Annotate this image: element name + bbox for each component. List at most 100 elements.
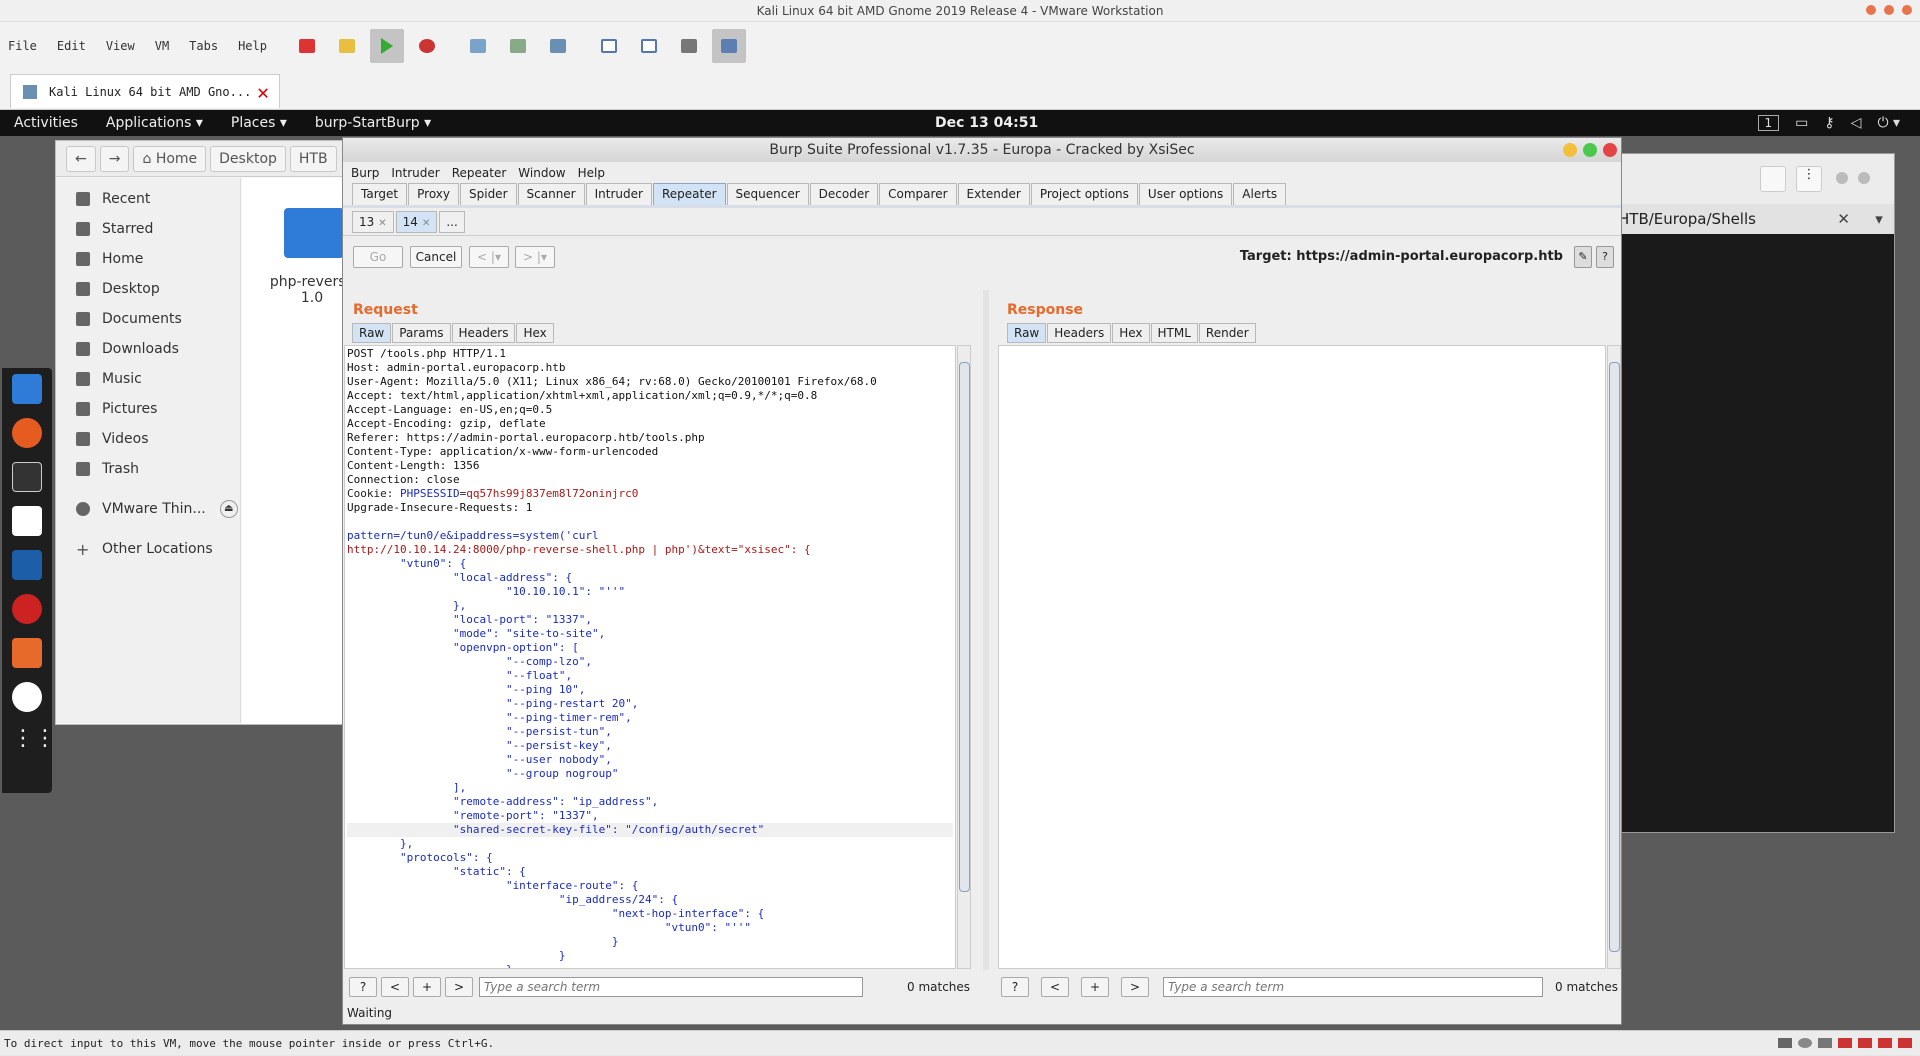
app-menu[interactable]: burp-StartBurp ▾: [315, 115, 431, 131]
sidebar-item-desktop[interactable]: Desktop: [56, 274, 240, 304]
volume-mute-icon[interactable]: ◁: [1851, 115, 1862, 131]
maximize-icon[interactable]: [1583, 143, 1597, 157]
power-icon[interactable]: ⏻ ▾: [1877, 115, 1900, 131]
eject-icon[interactable]: ⏏: [219, 500, 238, 518]
hdd-icon[interactable]: [1778, 1038, 1792, 1048]
repeater-tab-13[interactable]: 13 ✕: [352, 210, 394, 233]
suspend-icon[interactable]: [330, 29, 364, 63]
repeater-tab-new[interactable]: ...: [439, 210, 465, 233]
response-scrollbar[interactable]: [1607, 345, 1621, 969]
sidebar-item-vmware-tools[interactable]: VMware Thin... ⏏: [56, 494, 240, 524]
places-menu[interactable]: Places ▾: [231, 115, 287, 131]
request-search-input[interactable]: [479, 977, 863, 997]
scrollbar-thumb[interactable]: [959, 362, 970, 892]
menu-tabs[interactable]: Tabs: [189, 39, 218, 53]
search-icon[interactable]: [1760, 166, 1786, 192]
response-search-add-button[interactable]: +: [1081, 977, 1109, 997]
previous-button[interactable]: < |▾: [469, 246, 509, 268]
terminal-tab[interactable]: HTB/Europa/Shells ✕ ▾: [1606, 204, 1894, 234]
menu-intruder[interactable]: Intruder: [391, 166, 439, 180]
network-icon[interactable]: [1818, 1038, 1832, 1048]
sidebar-item-videos[interactable]: Videos: [56, 424, 240, 454]
tab-comparer[interactable]: Comparer: [879, 183, 957, 205]
close-icon[interactable]: [1902, 5, 1912, 15]
response-editor[interactable]: [998, 345, 1606, 969]
menu-icon[interactable]: ⋮: [1796, 166, 1822, 192]
power-off-icon[interactable]: [290, 29, 324, 63]
thumbnail-icon[interactable]: [632, 29, 666, 63]
menu-file[interactable]: File: [8, 39, 37, 53]
close-tab-icon[interactable]: ✕: [257, 80, 269, 104]
maximize-icon[interactable]: [1884, 5, 1894, 15]
response-search-input[interactable]: [1163, 977, 1543, 997]
request-scrollbar[interactable]: [957, 345, 971, 969]
sidebar-item-pictures[interactable]: Pictures: [56, 394, 240, 424]
request-tab-params[interactable]: Params: [392, 323, 451, 343]
request-tab-hex[interactable]: Hex: [516, 323, 554, 343]
terminal-icon[interactable]: [12, 462, 42, 492]
play-icon[interactable]: [369, 29, 404, 63]
request-tab-headers[interactable]: Headers: [451, 323, 516, 343]
chevron-down-icon[interactable]: ▾: [1864, 204, 1894, 234]
text-editor-icon[interactable]: [12, 506, 42, 536]
usb-icon[interactable]: [1838, 1038, 1852, 1048]
sidebar-toggle-icon[interactable]: [592, 29, 626, 63]
request-tab-raw[interactable]: Raw: [352, 323, 392, 343]
sidebar-item-home[interactable]: Home: [56, 244, 240, 274]
activities-button[interactable]: Activities: [14, 115, 78, 131]
help-icon[interactable]: ?: [1596, 246, 1614, 268]
cherrytree-icon[interactable]: [12, 594, 42, 624]
tab-project-options[interactable]: Project options: [1030, 183, 1138, 205]
printer-icon[interactable]: [1878, 1038, 1892, 1048]
path-home[interactable]: ⌂ Home: [133, 145, 207, 172]
vm-tab[interactable]: Kali Linux 64 bit AMD Gno... ✕: [10, 74, 280, 108]
tab-sequencer[interactable]: Sequencer: [726, 183, 809, 205]
request-search-help-button[interactable]: ?: [349, 977, 377, 997]
sound-icon[interactable]: [1858, 1038, 1872, 1048]
back-icon[interactable]: ←: [66, 145, 96, 172]
response-search-next-button[interactable]: >: [1121, 977, 1149, 997]
minimize-icon[interactable]: [1836, 172, 1848, 184]
cdrom-icon[interactable]: [1798, 1038, 1812, 1048]
sidebar-item-downloads[interactable]: Downloads: [56, 334, 240, 364]
burp-icon[interactable]: [12, 638, 42, 668]
snapshot-icon[interactable]: [461, 29, 495, 63]
close-tab-icon[interactable]: ✕: [422, 218, 430, 229]
revert-snapshot-icon[interactable]: [501, 29, 535, 63]
response-tab-hex[interactable]: Hex: [1112, 323, 1150, 343]
response-tab-html[interactable]: HTML: [1150, 323, 1198, 343]
applications-menu[interactable]: Applications ▾: [106, 115, 203, 131]
close-tab-icon[interactable]: ✕: [378, 218, 386, 229]
menu-view[interactable]: View: [106, 39, 135, 53]
menu-help[interactable]: Help: [238, 39, 267, 53]
tab-target[interactable]: Target: [352, 183, 408, 205]
tab-spider[interactable]: Spider: [460, 183, 517, 205]
show-apps-icon[interactable]: ⋮⋮: [12, 726, 56, 756]
response-search-help-button[interactable]: ?: [1001, 977, 1029, 997]
request-editor[interactable]: POST /tools.php HTTP/1.1 Host: admin-por…: [344, 345, 956, 969]
restart-icon[interactable]: [410, 29, 444, 63]
menu-window[interactable]: Window: [518, 166, 565, 180]
menu-burp[interactable]: Burp: [351, 166, 379, 180]
firefox-icon[interactable]: [12, 418, 42, 448]
response-tab-raw[interactable]: Raw: [1007, 323, 1047, 343]
close-icon[interactable]: [1603, 143, 1617, 157]
menu-edit[interactable]: Edit: [57, 39, 86, 53]
scrollbar-thumb[interactable]: [1609, 362, 1620, 952]
menu-help[interactable]: Help: [578, 166, 605, 180]
path-htb[interactable]: HTB: [289, 145, 337, 172]
tab-user-options[interactable]: User options: [1138, 183, 1233, 205]
edit-target-icon[interactable]: ✎: [1574, 246, 1592, 268]
sidebar-item-starred[interactable]: Starred: [56, 214, 240, 244]
response-tab-render[interactable]: Render: [1198, 323, 1256, 343]
sidebar-item-recent[interactable]: Recent: [56, 184, 240, 214]
request-search-add-button[interactable]: +: [413, 977, 441, 997]
close-tab-icon[interactable]: ✕: [1837, 204, 1850, 234]
menu-vm[interactable]: VM: [155, 39, 169, 53]
minimize-icon[interactable]: [1866, 5, 1876, 15]
display-icon[interactable]: [1898, 1038, 1912, 1048]
next-button[interactable]: > |▾: [515, 246, 555, 268]
key-icon[interactable]: ⚷: [1824, 115, 1834, 131]
response-tab-headers[interactable]: Headers: [1047, 323, 1112, 343]
workspace-indicator[interactable]: 1: [1757, 115, 1780, 131]
